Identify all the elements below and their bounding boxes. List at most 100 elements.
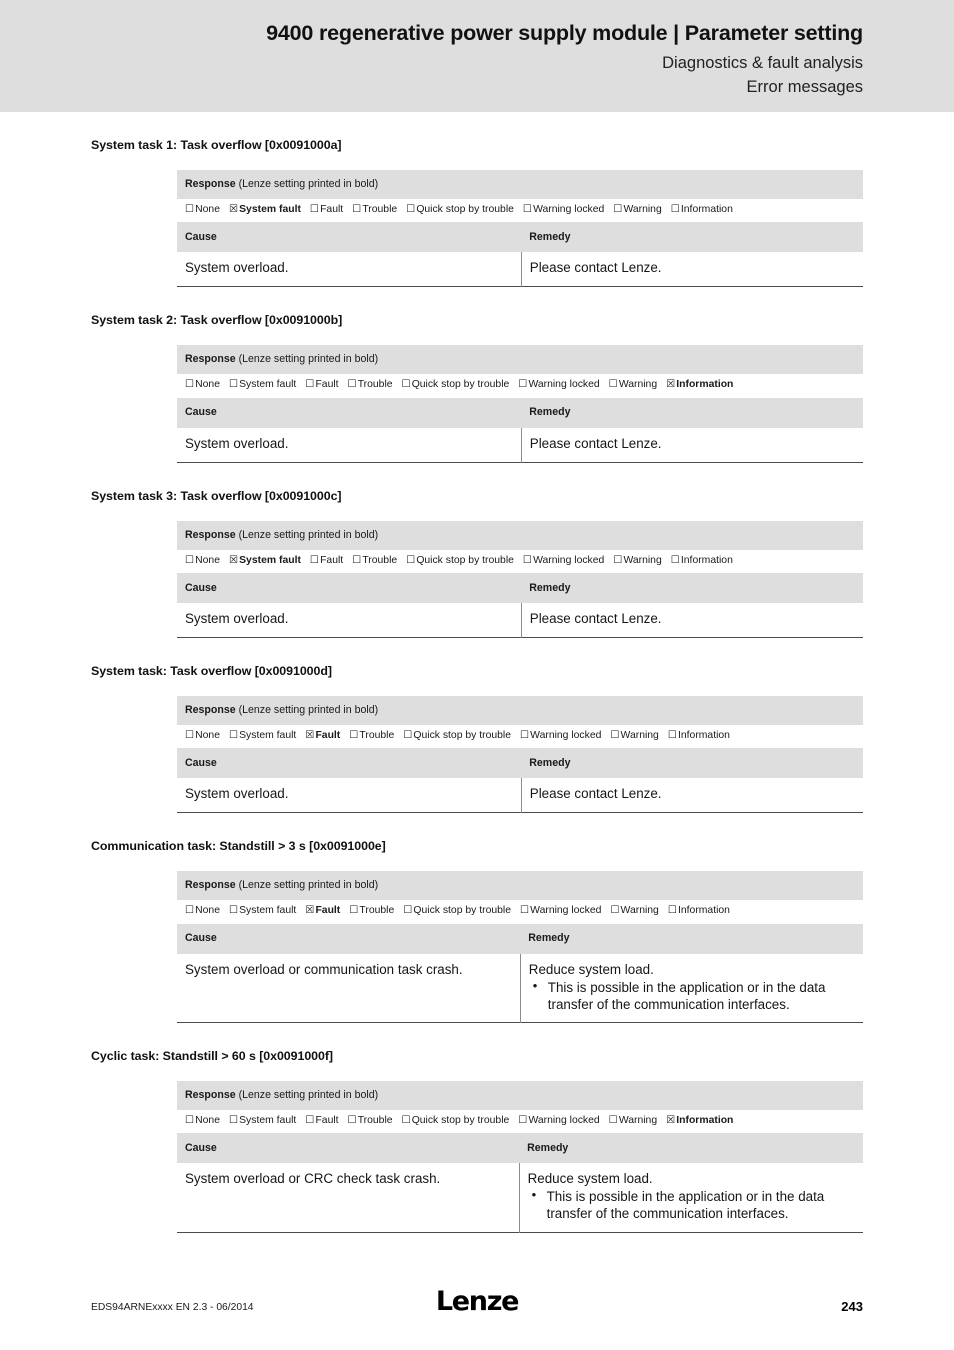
response-option-warning[interactable]: ☐Warning [613,555,661,567]
response-option-none[interactable]: ☐None [185,555,220,567]
checkbox-unchecked-icon[interactable]: ☐ [185,379,194,390]
checkbox-checked-icon[interactable]: ☒ [666,1115,675,1126]
checkbox-unchecked-icon[interactable]: ☐ [613,204,622,215]
response-option-warning[interactable]: ☐Warning [609,1115,657,1127]
checkbox-unchecked-icon[interactable]: ☐ [406,204,415,215]
checkbox-unchecked-icon[interactable]: ☐ [668,730,677,741]
checkbox-unchecked-icon[interactable]: ☐ [609,379,618,390]
response-option-none[interactable]: ☐None [185,730,220,742]
response-option-system-fault[interactable]: ☐System fault [229,379,296,391]
checkbox-unchecked-icon[interactable]: ☐ [403,905,412,916]
response-option-fault[interactable]: ☐Fault [310,555,343,567]
response-option-warning[interactable]: ☐Warning [610,905,658,917]
checkbox-unchecked-icon[interactable]: ☐ [310,204,319,215]
checkbox-checked-icon[interactable]: ☒ [229,555,238,566]
response-option-trouble[interactable]: ☐Trouble [348,1115,393,1127]
checkbox-unchecked-icon[interactable]: ☐ [352,555,361,566]
checkbox-unchecked-icon[interactable]: ☐ [402,1115,411,1126]
response-option-information[interactable]: ☒Information [666,379,733,391]
checkbox-unchecked-icon[interactable]: ☐ [348,1115,357,1126]
checkbox-unchecked-icon[interactable]: ☐ [520,730,529,741]
checkbox-unchecked-icon[interactable]: ☐ [520,905,529,916]
response-option-warning-locked[interactable]: ☐Warning locked [518,379,599,391]
checkbox-unchecked-icon[interactable]: ☐ [349,730,358,741]
response-option-fault[interactable]: ☐Fault [305,1115,338,1127]
checkbox-unchecked-icon[interactable]: ☐ [229,905,238,916]
checkbox-unchecked-icon[interactable]: ☐ [613,555,622,566]
response-option-trouble[interactable]: ☐Trouble [352,555,397,567]
response-option-label: Warning [623,554,662,566]
response-option-quick-stop-by-trouble[interactable]: ☐Quick stop by trouble [403,905,511,917]
response-option-information[interactable]: ☐Information [668,730,730,742]
response-option-none[interactable]: ☐None [185,905,220,917]
error-message-section: System task 3: Task overflow [0x0091000c… [0,463,954,638]
response-option-warning-locked[interactable]: ☐Warning locked [523,555,604,567]
checkbox-unchecked-icon[interactable]: ☐ [229,730,238,741]
response-option-information[interactable]: ☐Information [671,204,733,216]
response-option-information[interactable]: ☐Information [671,555,733,567]
response-option-warning-locked[interactable]: ☐Warning locked [523,204,604,216]
response-option-system-fault[interactable]: ☐System fault [229,730,296,742]
checkbox-unchecked-icon[interactable]: ☐ [523,204,532,215]
response-option-fault[interactable]: ☒Fault [305,730,340,742]
checkbox-unchecked-icon[interactable]: ☐ [229,379,238,390]
response-option-warning[interactable]: ☐Warning [610,730,658,742]
response-option-fault[interactable]: ☐Fault [310,204,343,216]
response-option-trouble[interactable]: ☐Trouble [349,730,394,742]
checkbox-unchecked-icon[interactable]: ☐ [348,379,357,390]
response-option-warning-locked[interactable]: ☐Warning locked [520,905,601,917]
response-option-fault[interactable]: ☒Fault [305,905,340,917]
response-option-information[interactable]: ☒Information [666,1115,733,1127]
checkbox-unchecked-icon[interactable]: ☐ [668,905,677,916]
checkbox-unchecked-icon[interactable]: ☐ [310,555,319,566]
checkbox-checked-icon[interactable]: ☒ [305,905,314,916]
checkbox-unchecked-icon[interactable]: ☐ [610,730,619,741]
checkbox-unchecked-icon[interactable]: ☐ [185,204,194,215]
response-option-none[interactable]: ☐None [185,379,220,391]
response-option-quick-stop-by-trouble[interactable]: ☐Quick stop by trouble [406,555,514,567]
checkbox-unchecked-icon[interactable]: ☐ [403,730,412,741]
response-option-warning[interactable]: ☐Warning [609,379,657,391]
checkbox-unchecked-icon[interactable]: ☐ [610,905,619,916]
checkbox-unchecked-icon[interactable]: ☐ [185,555,194,566]
checkbox-checked-icon[interactable]: ☒ [305,730,314,741]
checkbox-checked-icon[interactable]: ☒ [666,379,675,390]
response-option-system-fault[interactable]: ☒System fault [229,555,301,567]
response-option-warning-locked[interactable]: ☐Warning locked [518,1115,599,1127]
response-option-quick-stop-by-trouble[interactable]: ☐Quick stop by trouble [402,1115,510,1127]
response-option-quick-stop-by-trouble[interactable]: ☐Quick stop by trouble [406,204,514,216]
response-option-none[interactable]: ☐None [185,1115,220,1127]
checkbox-unchecked-icon[interactable]: ☐ [518,1115,527,1126]
checkbox-unchecked-icon[interactable]: ☐ [229,1115,238,1126]
response-option-system-fault[interactable]: ☐System fault [229,905,296,917]
checkbox-unchecked-icon[interactable]: ☐ [523,555,532,566]
response-option-trouble[interactable]: ☐Trouble [348,379,393,391]
response-option-warning[interactable]: ☐Warning [613,204,661,216]
checkbox-unchecked-icon[interactable]: ☐ [406,555,415,566]
checkbox-unchecked-icon[interactable]: ☐ [305,1115,314,1126]
checkbox-unchecked-icon[interactable]: ☐ [305,379,314,390]
response-option-warning-locked[interactable]: ☐Warning locked [520,730,601,742]
checkbox-unchecked-icon[interactable]: ☐ [402,379,411,390]
response-option-trouble[interactable]: ☐Trouble [352,204,397,216]
response-option-information[interactable]: ☐Information [668,905,730,917]
checkbox-unchecked-icon[interactable]: ☐ [185,730,194,741]
checkbox-unchecked-icon[interactable]: ☐ [185,905,194,916]
response-option-system-fault[interactable]: ☒System fault [229,204,301,216]
checkbox-unchecked-icon[interactable]: ☐ [518,379,527,390]
checkbox-unchecked-icon[interactable]: ☐ [671,555,680,566]
table-row: System overload. Please contact Lenze. [177,252,863,287]
checkbox-unchecked-icon[interactable]: ☐ [609,1115,618,1126]
checkbox-unchecked-icon[interactable]: ☐ [352,204,361,215]
response-option-fault[interactable]: ☐Fault [305,379,338,391]
checkbox-checked-icon[interactable]: ☒ [229,204,238,215]
response-option-quick-stop-by-trouble[interactable]: ☐Quick stop by trouble [402,379,510,391]
checkbox-unchecked-icon[interactable]: ☐ [671,204,680,215]
checkbox-unchecked-icon[interactable]: ☐ [349,905,358,916]
response-option-system-fault[interactable]: ☐System fault [229,1115,296,1127]
error-detail-table: Response (Lenze setting printed in bold)… [177,695,863,814]
response-option-none[interactable]: ☐None [185,204,220,216]
checkbox-unchecked-icon[interactable]: ☐ [185,1115,194,1126]
response-option-trouble[interactable]: ☐Trouble [349,905,394,917]
response-option-quick-stop-by-trouble[interactable]: ☐Quick stop by trouble [403,730,511,742]
